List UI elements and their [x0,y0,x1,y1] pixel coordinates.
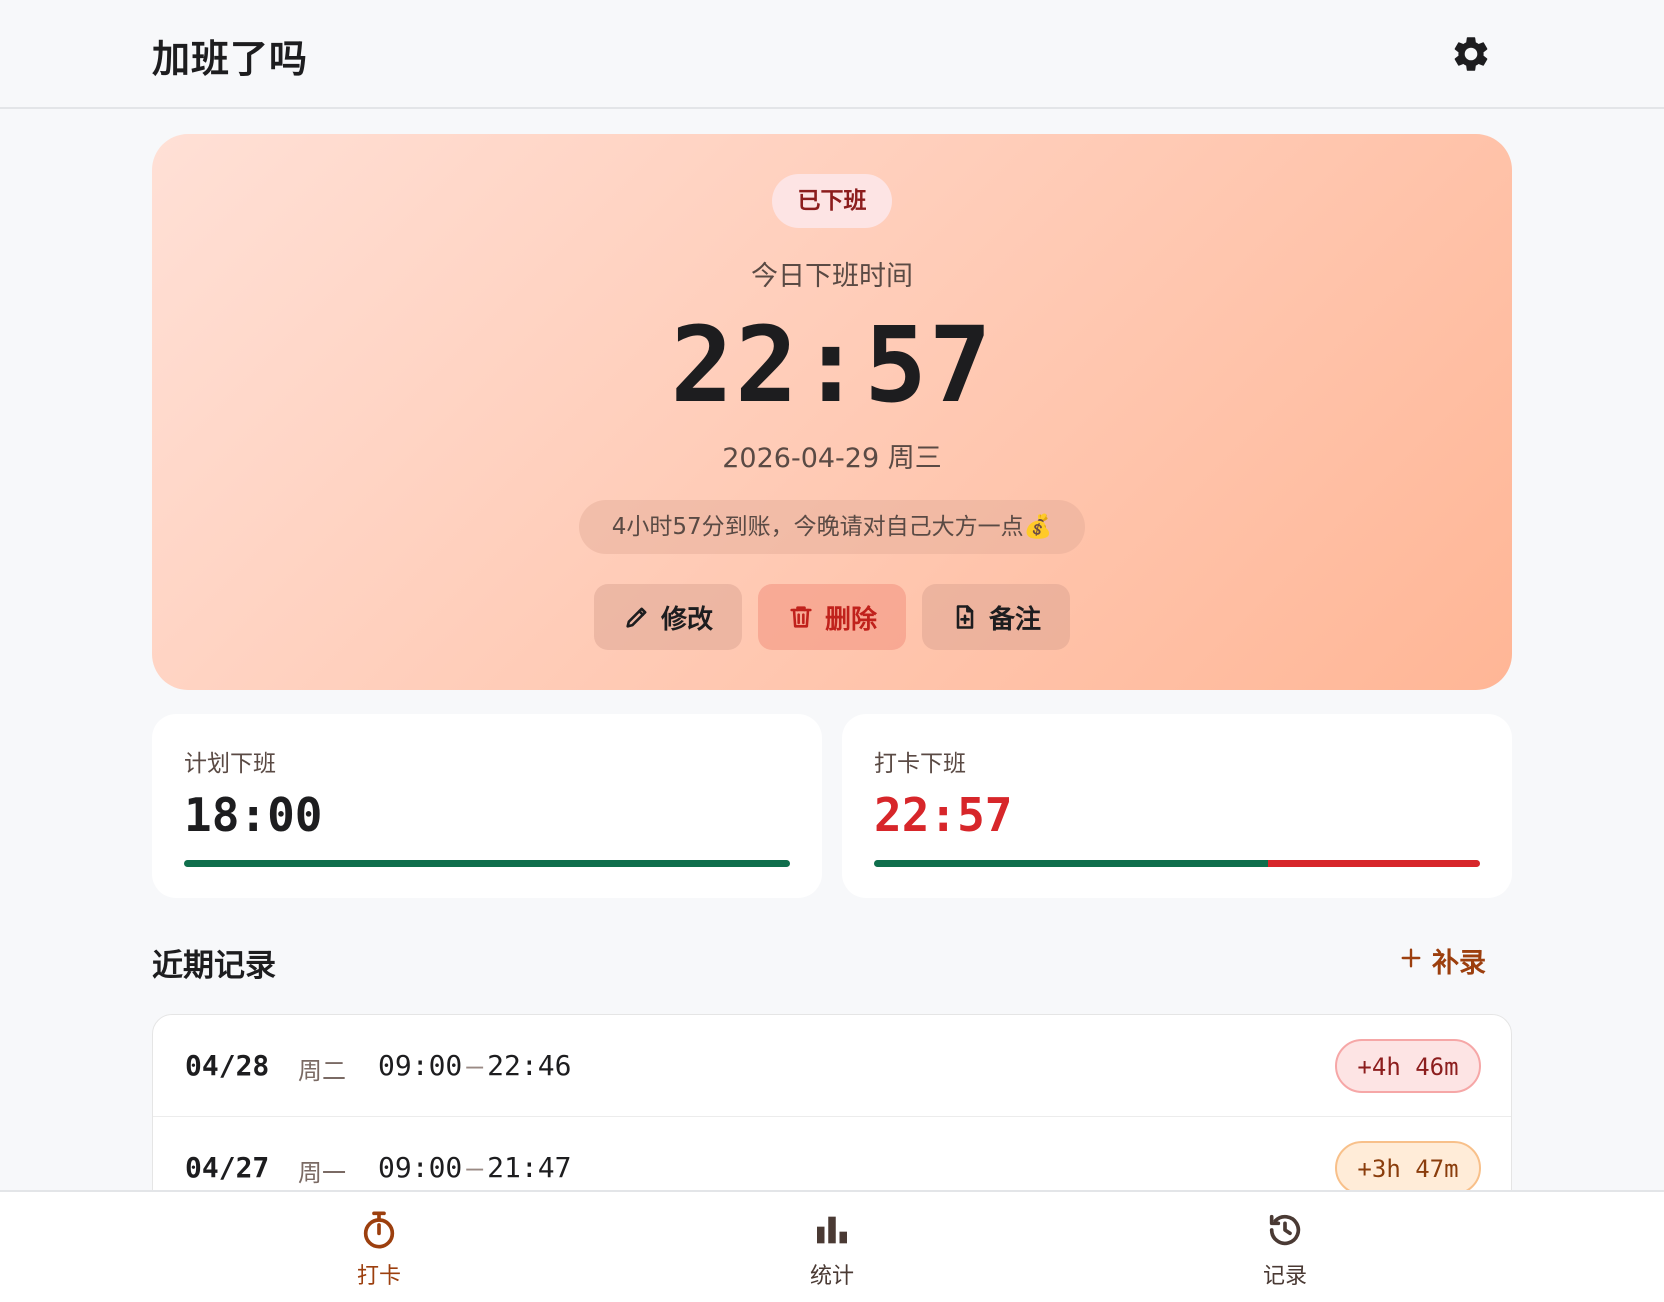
status-badge: 已下班 [772,174,892,228]
planned-progress-bar [184,860,790,867]
history-icon [1225,1210,1345,1252]
settings-button[interactable] [1447,30,1495,78]
actual-checkout-label: 打卡下班 [874,751,966,777]
add-record-button[interactable]: 补录 [1400,940,1500,980]
record-end: 22:46 [487,1049,572,1082]
record-time-range: 09:00–22:46 [378,1049,572,1082]
today-checkout-card: 已下班 今日下班时间 22:57 2026-04-29 周三 4小时57分到账，… [152,134,1512,690]
add-record-label: 补录 [1432,947,1486,979]
note-button[interactable]: 备注 [922,584,1070,650]
checkout-time: 22:57 [670,304,994,426]
file-plus-icon [951,603,979,631]
recent-records-title: 近期记录 [152,948,276,984]
normal-hours-segment [184,860,790,867]
nav-label-checkin: 打卡 [356,1264,401,1289]
nav-label-records: 记录 [1262,1264,1307,1289]
record-date: 04/28 [185,1049,270,1082]
checkout-date: 2026-04-29 周三 [722,443,942,474]
planned-checkout-label: 计划下班 [184,751,276,777]
actual-checkout-time: 22:57 [874,788,1013,842]
overtime-segment [1267,860,1480,867]
record-weekday: 周二 [298,1057,346,1085]
overtime-badge: +4h 46m [1335,1039,1481,1093]
nav-tab-stats[interactable]: 统计 [772,1210,892,1290]
overtime-badge: +3h 47m [1335,1141,1481,1195]
plus-icon [1400,945,1422,976]
nav-tab-records[interactable]: 记录 [1225,1210,1345,1290]
normal-hours-segment [874,860,1268,867]
edit-button[interactable]: 修改 [594,584,742,650]
list-item[interactable]: 04/28 周二 09:00–22:46 +4h 46m [153,1015,1511,1117]
overtime-message: 4小时57分到账，今晚请对自己大方一点💰 [579,500,1085,554]
delete-button[interactable]: 删除 [758,584,906,650]
actual-checkout-card: 打卡下班 22:57 [842,714,1512,898]
nav-label-stats: 统计 [809,1264,854,1289]
planned-checkout-card: 计划下班 18:00 [152,714,822,898]
delete-button-label: 删除 [824,604,877,635]
planned-checkout-time: 18:00 [184,788,323,842]
record-start: 09:00 [378,1049,463,1082]
record-weekday: 周一 [298,1159,346,1187]
edit-button-label: 修改 [660,604,713,635]
app-header: 加班了吗 [0,0,1664,109]
record-time-range: 09:00–21:47 [378,1151,572,1184]
app-title: 加班了吗 [152,37,309,81]
nav-tab-checkin[interactable]: 打卡 [319,1210,439,1290]
record-date: 04/27 [185,1151,270,1184]
record-start: 09:00 [378,1151,463,1184]
record-actions: 修改 删除 备注 [594,584,1074,650]
bar-chart-icon [772,1210,892,1252]
checkout-time-label: 今日下班时间 [751,261,913,292]
stopwatch-icon [319,1210,439,1252]
bottom-nav: 打卡 统计 记录 [0,1190,1664,1302]
record-end: 21:47 [487,1151,572,1184]
trash-icon [787,603,815,631]
actual-progress-bar [874,860,1480,867]
pencil-icon [623,603,651,631]
records-list: 04/28 周二 09:00–22:46 +4h 46m 04/27 周一 09… [152,1014,1512,1214]
note-button-label: 备注 [988,604,1041,635]
gear-icon [1454,37,1488,71]
